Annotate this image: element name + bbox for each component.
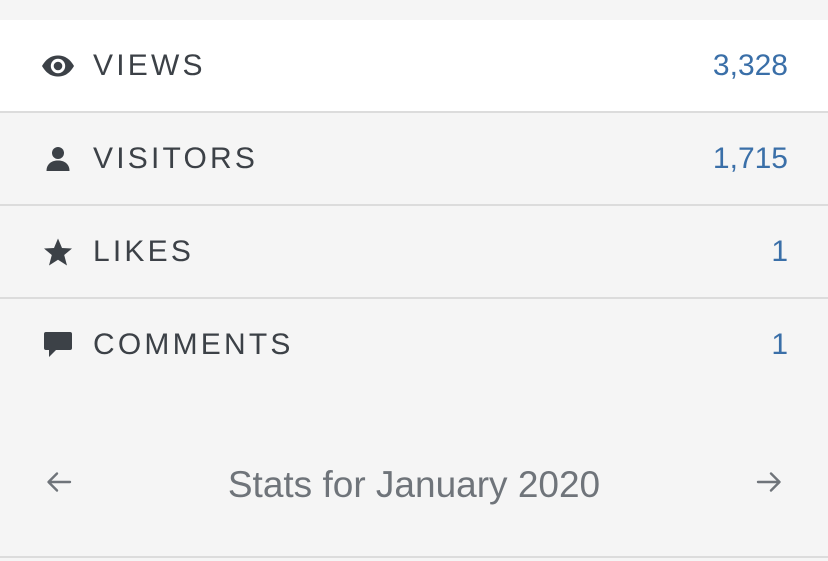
stat-label: COMMENTS	[93, 327, 294, 361]
stats-summary-panel: VIEWS 3,328 VISITORS 1,715 LIKES 1 COMME…	[0, 0, 828, 561]
stat-row-visitors[interactable]: VISITORS 1,715	[0, 113, 828, 206]
stat-value: 3,328	[712, 48, 788, 82]
star-icon	[40, 234, 76, 270]
stat-label: LIKES	[93, 234, 195, 268]
period-title: Stats for January 2020	[227, 464, 601, 505]
stat-value: 1	[771, 327, 788, 361]
eye-icon	[40, 48, 76, 84]
stat-value: 1,715	[712, 141, 788, 175]
next-period-button[interactable]	[749, 468, 789, 496]
stat-label: VISITORS	[93, 141, 259, 175]
person-icon	[40, 141, 76, 177]
stat-row-comments[interactable]: COMMENTS 1	[0, 299, 828, 392]
stat-row-views[interactable]: VIEWS 3,328	[0, 20, 828, 113]
arrow-right-icon	[756, 472, 781, 492]
stat-row-likes[interactable]: LIKES 1	[0, 206, 828, 299]
comment-icon	[40, 327, 76, 363]
stat-value: 1	[771, 234, 788, 268]
stat-label: VIEWS	[93, 48, 206, 82]
